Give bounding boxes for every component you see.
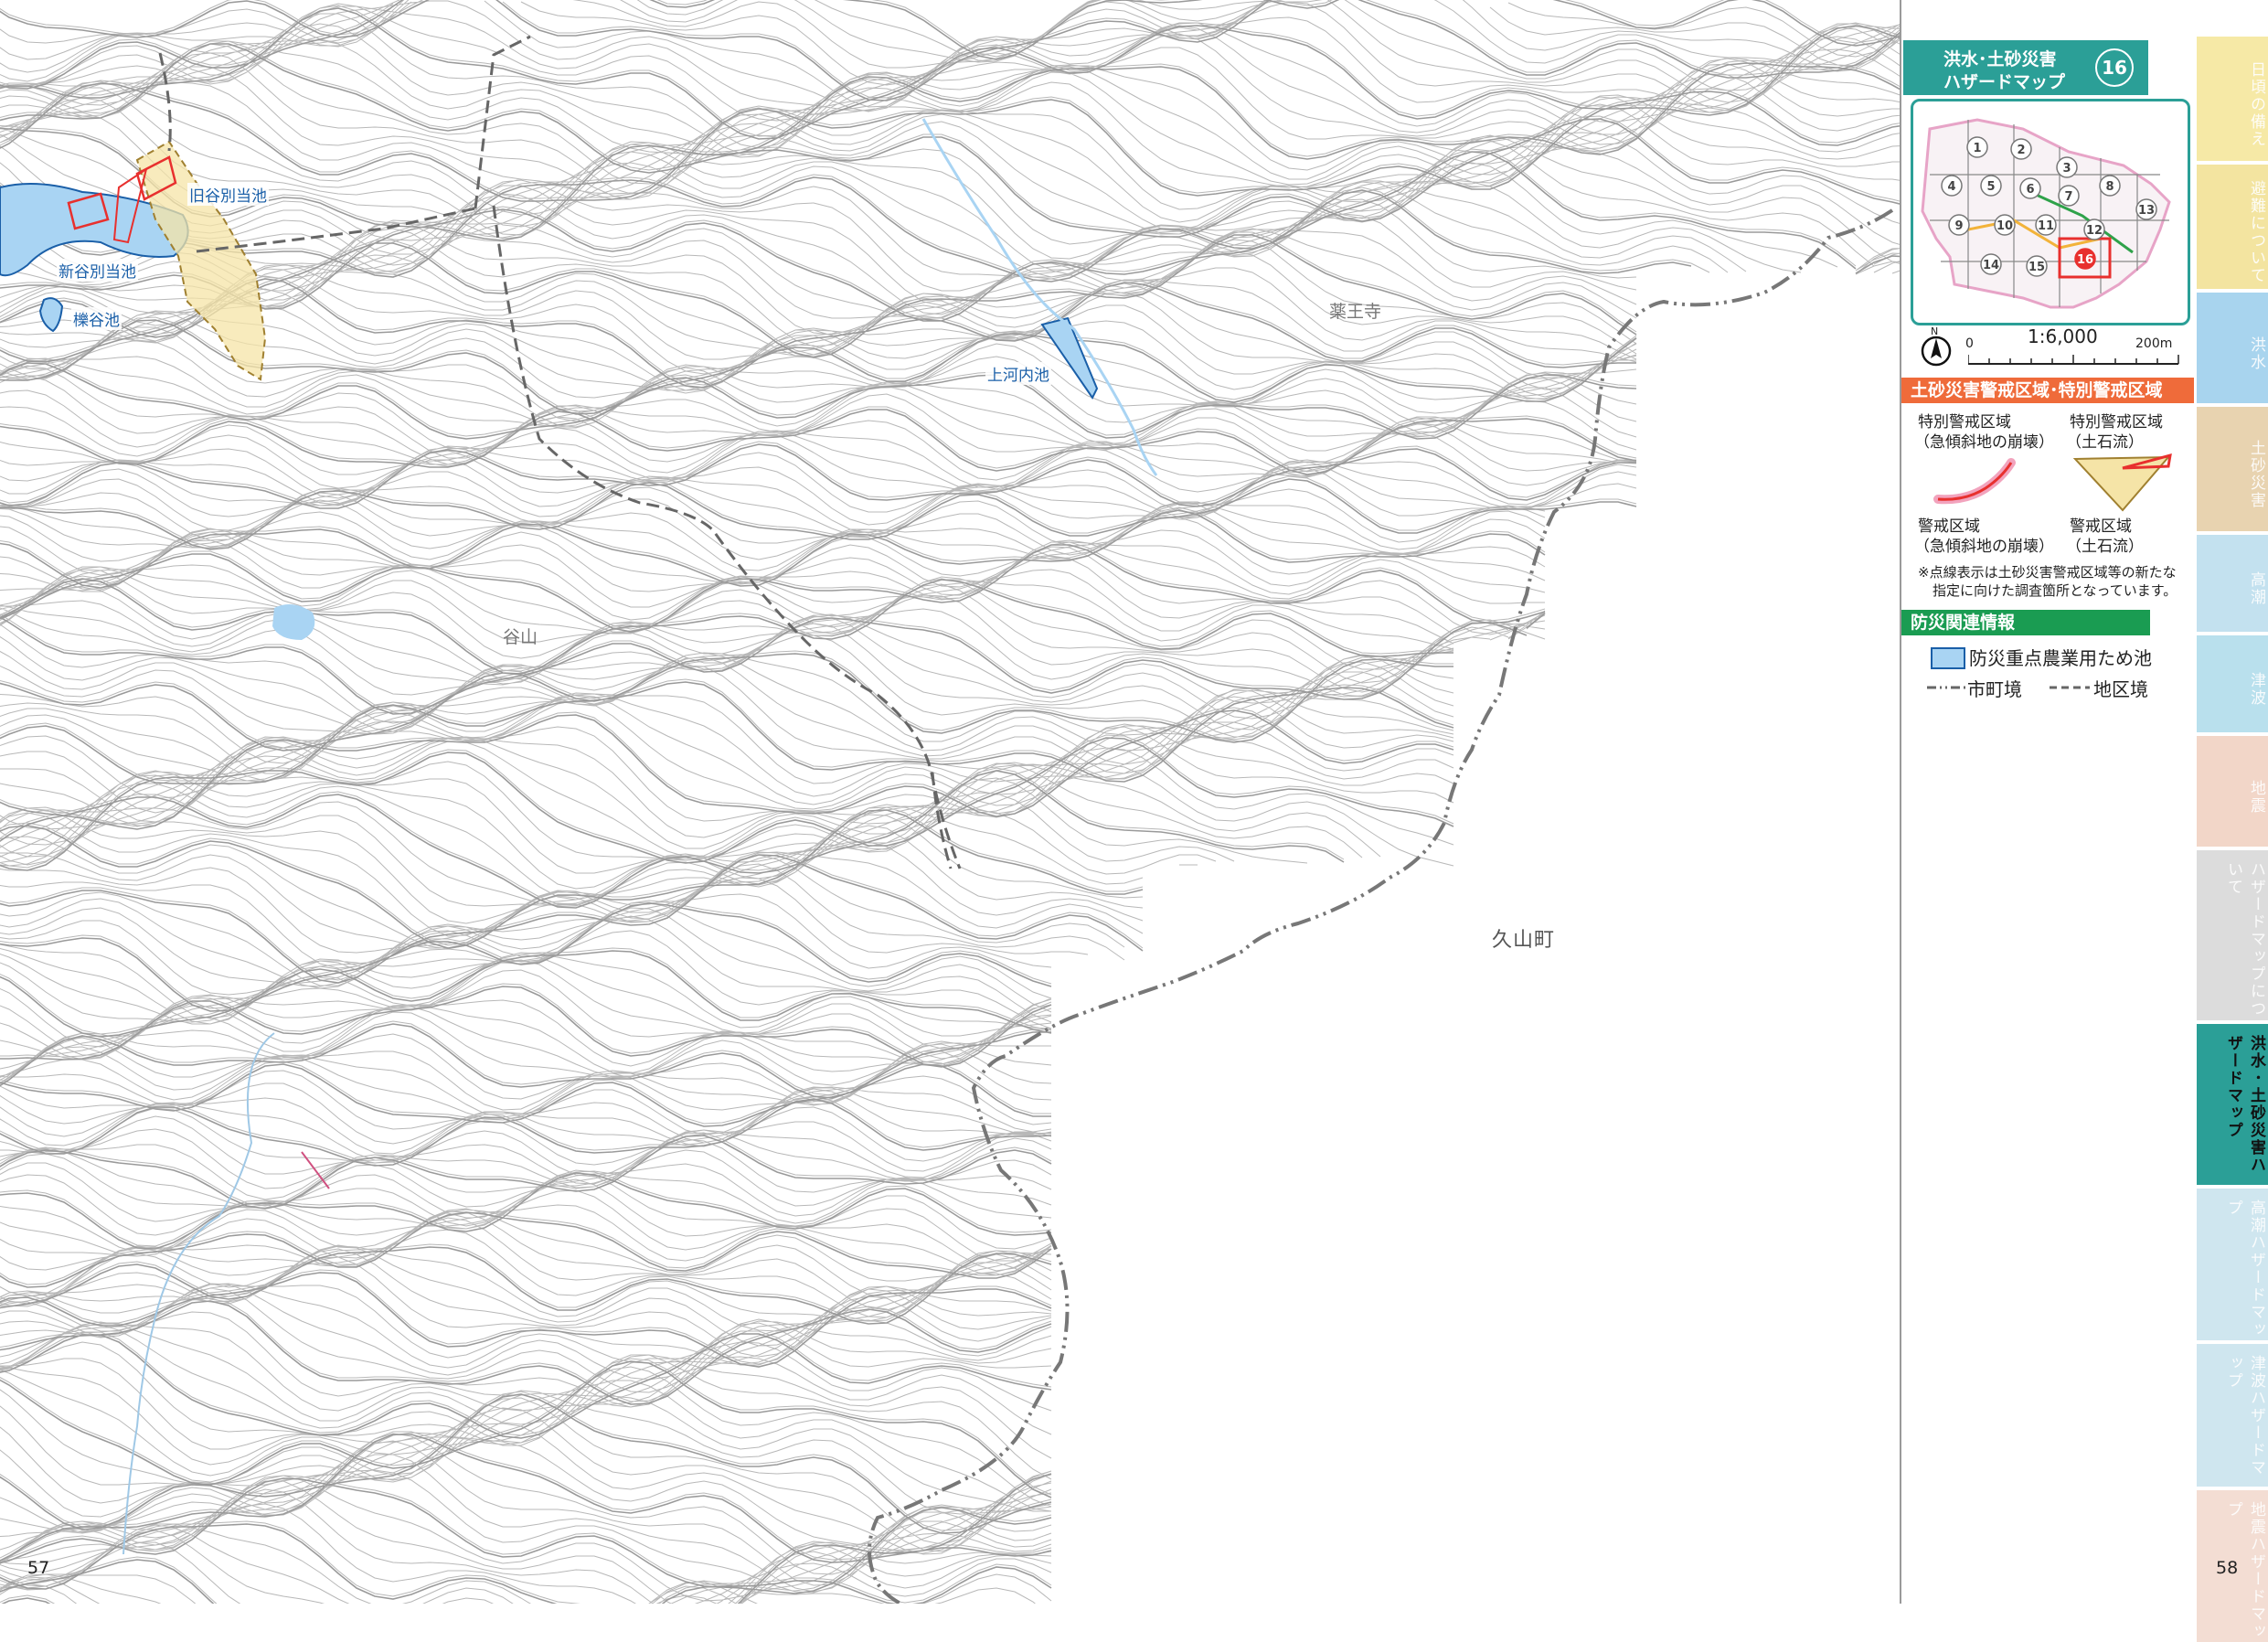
pond-small [272,604,315,640]
legend-warning-steep-l1: 警戒区域 [1918,517,1980,536]
chapter-tab-label: 高潮 [2247,571,2265,606]
chapter-tab[interactable]: 土砂災害 [2197,407,2268,531]
chapter-tab-label: 避難について [2247,180,2265,284]
index-cell-label: 16 [2077,253,2093,267]
index-cell-label: 1 [1973,142,1981,155]
index-cell-label: 3 [2062,162,2071,176]
chapter-tab[interactable]: 高潮 [2197,535,2268,632]
index-cell-label: 7 [2064,190,2072,204]
title-line-1: 洪水･土砂災害 [1943,49,2057,69]
scale-zero: 0 [1965,336,1974,351]
index-cell-label: 4 [1947,180,1955,194]
index-cell-label: 5 [1986,180,1995,194]
index-cell-label: 15 [2028,261,2045,274]
chapter-tab[interactable]: 津波 [2197,635,2268,732]
chapter-tab[interactable]: 日頃の備え [2197,37,2268,161]
district-border-label: 地区境 [2093,678,2148,700]
scale-ratio: 1:6,000 [2028,325,2098,347]
index-cell-label: 12 [2086,224,2103,238]
index-map-graphic: 1 234 5 6789 10 11 121314 1516 [1921,118,2171,309]
legend-warning-debris-l2: （土石流） [2066,538,2144,556]
pond-ichii-tani [38,297,64,333]
legend-special-steep-l2: （急傾斜地の崩壊） [1914,433,2054,452]
chapter-tab-label: 日頃の備え [2247,60,2265,148]
feature-layer [0,35,1894,1604]
index-cell-label: 11 [2038,219,2054,233]
warning-zone [135,140,267,381]
north-label: N [1931,325,1939,337]
index-cell-label: 6 [2026,183,2034,197]
chapter-tab[interactable]: 津波ハザードマップ [2197,1344,2268,1487]
index-cell-label: 9 [1954,219,1963,233]
chapter-tab-label: ハザードマップについて [2224,861,2265,1018]
index-cell-label: 14 [1983,259,1999,272]
legend-special-steep-l1: 特別警戒区域 [1918,413,2011,432]
pond-label: 新谷別当池 [57,259,138,282]
legend-note: ※点線表示は土砂災害警戒区域等の新たな 指定に向けた調査箇所となっています。 [1918,563,2192,600]
index-cell-label: 8 [2105,180,2114,194]
legend-note-line1: ※点線表示は土砂災害警戒区域等の新たな [1918,564,2177,581]
chapter-tab[interactable]: 洪水･土砂災害ハザードマップ [2197,1024,2268,1185]
index-cell-label: 10 [1996,219,2013,233]
stream [921,118,1158,476]
chapter-tab-label: 土砂災害 [2247,440,2265,509]
legend-steep-symbol [1933,458,2016,505]
legend-warning-debris-l1: 警戒区域 [2070,517,2132,536]
index-cell-label: 13 [2138,204,2155,218]
place-label: 谷山 [503,627,538,647]
sediment-section-header: 土砂災害警戒区域･特別警戒区域 [1901,378,2194,403]
road-red [301,1151,330,1189]
disaster-section-header: 防災関連情報 [1901,610,2150,635]
pond-legend-swatch [1931,647,1965,669]
municipal-border [868,208,1894,1604]
title-line-2: ハザードマップ [1943,72,2066,92]
district-border-symbol [2050,686,2090,689]
city-border-symbol [1927,686,1965,689]
pond-label: 上河内池 [985,362,1051,385]
scale-ticks [1968,355,2179,365]
topographic-map[interactable]: 旧谷別当池 新谷別当池 櫟谷池 上河内池 薬王寺 谷山 久山町 57 [0,0,1900,1604]
legend-special-debris-l1: 特別警戒区域 [2070,413,2163,432]
district-border [158,35,962,869]
chapter-tab[interactable]: 洪水 [2197,293,2268,403]
page-number-left: 57 [27,1558,50,1578]
chapter-tab[interactable]: 地震 [2197,736,2268,847]
chapter-tab-label: 洪水 [2247,336,2265,371]
road [122,1032,275,1555]
chapter-tab-label: 地震 [2247,779,2265,815]
chapter-tab-label: 津波 [2247,672,2265,707]
pond-label: 旧谷別当池 [187,183,269,206]
pond-legend-label: 防災重点農業用ため池 [1969,647,2152,669]
pond-label: 櫟谷池 [71,307,122,330]
legend-debris-symbol [2072,453,2172,512]
legend-note-line2: 指定に向けた調査箇所となっています。 [1933,582,2177,599]
index-cell-label: 2 [2017,144,2025,157]
city-border-label: 市町境 [1967,678,2022,700]
place-label: 薬王寺 [1329,302,1382,322]
chapter-tab-label: 高潮ハザードマップ [2224,1200,2265,1338]
chapter-tab-label: 洪水･土砂災害ハザードマップ [2224,1035,2265,1174]
scale-bar: N 0 1:6,000 200m [1918,325,2183,375]
map-title: 洪水･土砂災害 ハザードマップ 16 [1903,40,2148,95]
chapter-tab[interactable]: 避難について [2197,165,2268,289]
town-label: 久山町 [1492,929,1556,952]
pond-kamigouchi [1040,316,1099,400]
map-number-badge: 16 [2095,48,2134,87]
page-number-right: 58 [2216,1558,2239,1578]
scale-max: 200m [2135,336,2173,351]
chapter-tab-label: 津波ハザードマップ [2224,1355,2265,1477]
index-map[interactable]: 1 2 3 4 5 6 7 8 9 10 11 12 13 14 15 16 [1911,99,2190,325]
legend-warning-steep-l2: （急傾斜地の崩壊） [1914,538,2054,556]
chapter-tab[interactable]: ハザードマップについて [2197,850,2268,1020]
chapter-tab[interactable]: 高潮ハザードマップ [2197,1189,2268,1340]
